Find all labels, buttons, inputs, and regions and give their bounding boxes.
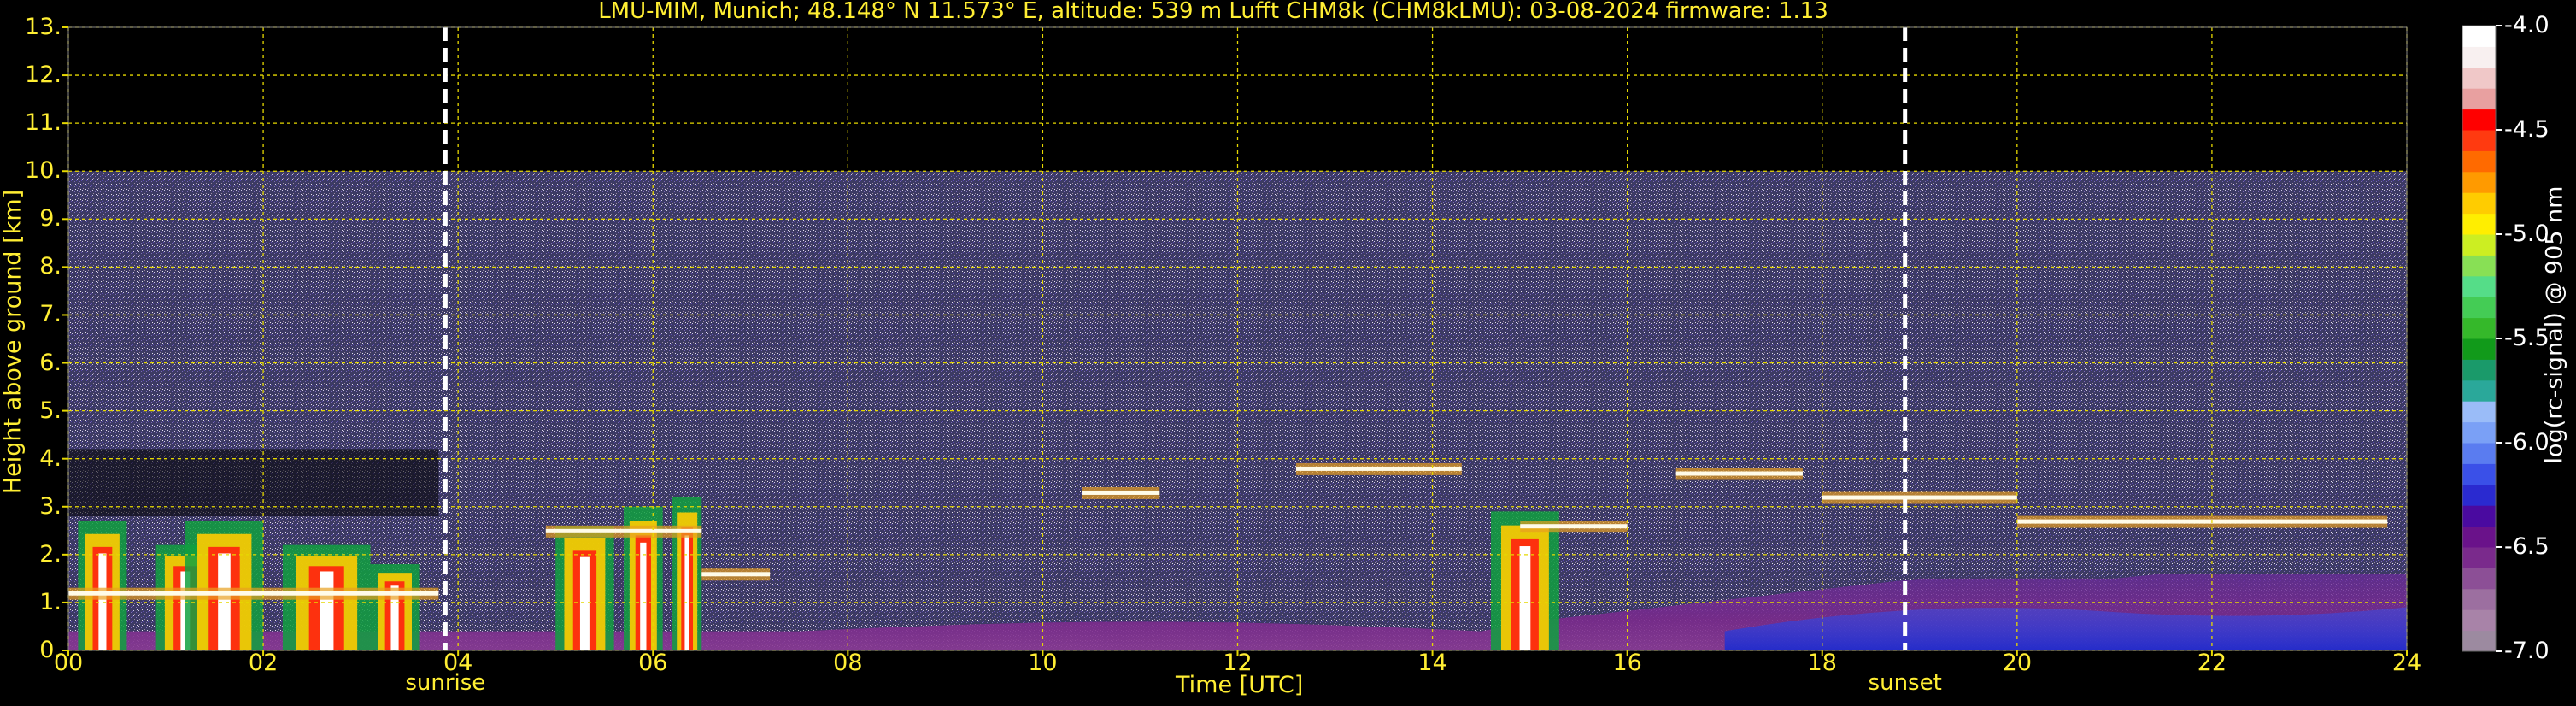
- colorbar-segment: [2462, 463, 2496, 485]
- y-tick-label: 11.: [25, 109, 62, 137]
- colorbar-segment: [2462, 255, 2496, 277]
- x-tick-label: 02: [248, 650, 279, 676]
- cloud-burst-core: [98, 553, 107, 650]
- y-tick-label: 4.: [39, 444, 62, 472]
- y-tick-label: 7.: [39, 301, 62, 328]
- colorbar-segment: [2462, 109, 2496, 131]
- cloud-burst-core: [1519, 546, 1531, 650]
- colorbar-segment: [2462, 379, 2496, 402]
- x-tick-label: 12: [1223, 650, 1253, 676]
- x-tick-label: 24: [2391, 650, 2422, 676]
- colorbar-segment: [2462, 526, 2496, 548]
- cloud-burst-core: [640, 542, 647, 650]
- colorbar-segment: [2462, 588, 2496, 610]
- colorbar-segment: [2462, 297, 2496, 319]
- x-tick-label: 22: [2197, 650, 2227, 676]
- colorbar-segment: [2462, 130, 2496, 151]
- colorbar-tick-label: -5.5: [2504, 325, 2550, 351]
- y-axis-title: Height above ground [km]: [0, 189, 26, 495]
- x-tick-label: 18: [1807, 650, 1837, 676]
- y-tick-label: 13.: [25, 14, 62, 40]
- cloud-layer: [2016, 519, 2388, 524]
- y-tick-label: 2.: [39, 540, 62, 568]
- cloud-burst-core: [684, 535, 689, 650]
- y-tick-label: 12.: [25, 62, 62, 89]
- colorbar-tick-label: -6.0: [2504, 429, 2550, 456]
- cloud-layer: [1520, 524, 1628, 529]
- colorbar-segment: [2462, 401, 2496, 423]
- colorbar-segment: [2462, 317, 2496, 339]
- colorbar-tick-label: -4.5: [2504, 116, 2550, 143]
- colorbar-segment: [2462, 359, 2496, 381]
- colorbar-segment: [2462, 150, 2496, 173]
- y-tick-label: 6.: [39, 349, 62, 376]
- cloud-layer: [68, 591, 439, 596]
- colorbar-segment: [2462, 234, 2496, 256]
- sun-marker-label: sunset: [1868, 670, 1942, 696]
- y-tick-label: 1.: [39, 588, 62, 615]
- cloud-layer: [701, 572, 771, 577]
- x-tick-label: 04: [443, 650, 473, 676]
- colorbar-segment: [2462, 26, 2496, 47]
- x-tick-label: 16: [1612, 650, 1642, 676]
- colorbar-segment: [2462, 568, 2496, 590]
- colorbar-segment: [2462, 609, 2496, 632]
- cloud-layer: [1675, 471, 1803, 476]
- x-tick-label: 14: [1417, 650, 1447, 676]
- x-tick-label: 06: [638, 650, 668, 676]
- colorbar-segment: [2462, 275, 2496, 297]
- colorbar-segment: [2462, 192, 2496, 215]
- cloud-layer: [1295, 466, 1462, 471]
- y-tick-label: 10.: [25, 157, 62, 185]
- ceilometer-chart: [62, 25, 2502, 656]
- cloud-layer: [1822, 495, 2017, 500]
- y-tick-label: 8.: [39, 253, 62, 280]
- chart-title: LMU-MIM, Munich; 48.148° N 11.573° E, al…: [598, 0, 1828, 24]
- colorbar-segment: [2462, 505, 2496, 527]
- colorbar-segment: [2462, 171, 2496, 193]
- x-tick-label: 20: [2002, 650, 2033, 676]
- colorbar-segment: [2462, 630, 2496, 652]
- colorbar-segment: [2462, 421, 2496, 444]
- x-tick-label: 10: [1028, 650, 1058, 676]
- colorbar-segment: [2462, 338, 2496, 360]
- colorbar-tick-label: -5.0: [2504, 221, 2550, 247]
- y-tick-label: 0.: [39, 637, 62, 663]
- cloud-layer: [1082, 490, 1160, 495]
- colorbar: [2462, 25, 2502, 652]
- y-tick-label: 5.: [39, 397, 62, 424]
- cloud-burst-core: [319, 571, 334, 650]
- colorbar-segment: [2462, 547, 2496, 568]
- colorbar-segment: [2462, 67, 2496, 89]
- colorbar-tick-label: -7.0: [2504, 638, 2550, 664]
- colorbar-segment: [2462, 213, 2496, 235]
- colorbar-segment: [2462, 46, 2496, 68]
- colorbar-segment: [2462, 484, 2496, 506]
- colorbar-tick-label: -4.0: [2504, 12, 2550, 38]
- cloud-layer: [545, 528, 702, 533]
- colorbar-segment: [2462, 443, 2496, 464]
- y-tick-label: 3.: [39, 492, 62, 520]
- y-tick-label: 9.: [39, 205, 62, 232]
- colorbar-tick-label: -6.5: [2504, 533, 2550, 560]
- colorbar-segment: [2462, 88, 2496, 110]
- cloud-burst-core: [579, 556, 590, 650]
- cloud-burst-core: [218, 553, 231, 650]
- x-tick-label: 08: [833, 650, 863, 676]
